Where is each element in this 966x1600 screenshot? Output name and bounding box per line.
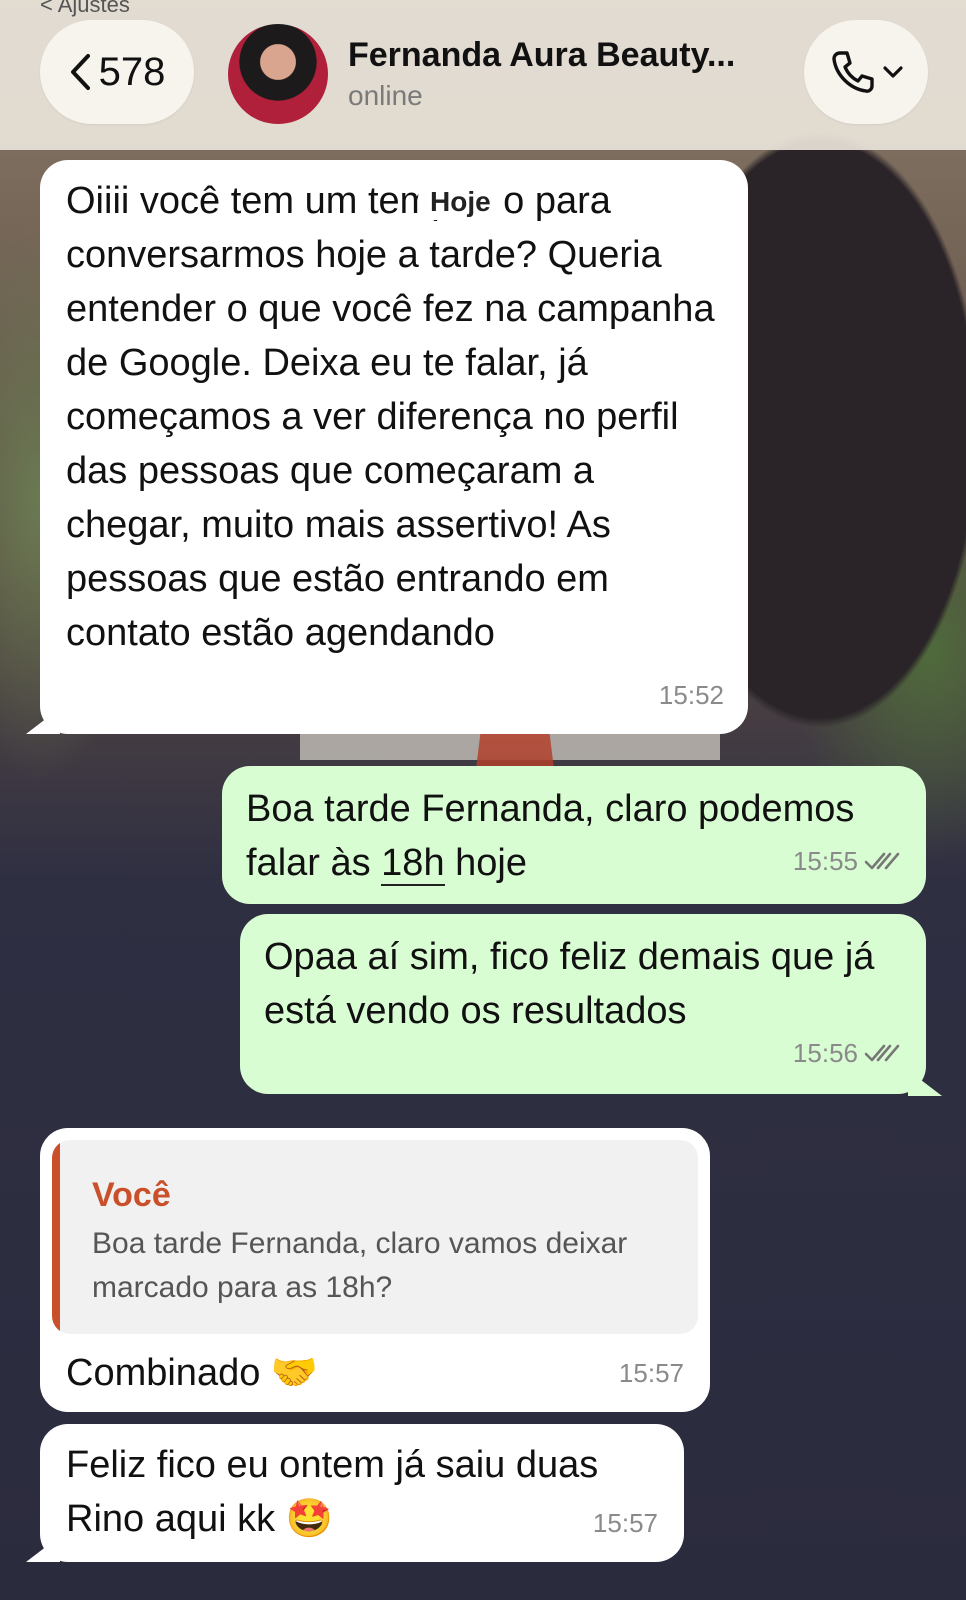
quote-accent-bar [52,1140,60,1334]
quote-author: Você [92,1176,171,1214]
message-time: 15:56 [793,1026,902,1080]
unread-count: 578 [98,49,166,94]
message-text: Opaa aí sim, fico feliz demais que já es… [264,936,885,1032]
message-text: Feliz fico eu ontem já saiu duas Rino aq… [66,1444,609,1540]
phone-icon [832,51,874,93]
contact-avatar[interactable] [228,24,328,124]
message-time: 15:57 [618,1358,684,1388]
message-text: Oiiii você tem um tempinho para conversa… [66,180,726,654]
settings-back-link[interactable]: < Ajustes [40,0,130,18]
quote-text: Boa tarde Fernanda, claro vamos deixar m… [92,1227,628,1304]
message-bubble-incoming[interactable]: Você Boa tarde Fernanda, claro vamos dei… [40,1128,710,1412]
message-bubble-outgoing[interactable]: Opaa aí sim, fico feliz demais que já es… [240,914,926,1094]
contact-name[interactable]: Fernanda Aura Beauty... [348,36,735,75]
double-check-icon [864,852,900,870]
quoted-message[interactable]: Você Boa tarde Fernanda, claro vamos dei… [52,1140,698,1334]
message-time: 15:57 [592,1508,658,1538]
message-text: Combinado 🤝 [66,1352,319,1394]
message-time: 15:55 [793,834,902,888]
message-bubble-outgoing[interactable]: Boa tarde Fernanda, claro podemos falar … [222,766,926,904]
double-check-icon [864,1044,900,1062]
chat-header: < Ajustes 578 Fernanda Aura Beauty... on… [0,0,966,150]
back-button[interactable]: 578 [40,20,194,124]
date-separator: Hoje [418,184,503,220]
call-button[interactable] [804,20,928,124]
time-link[interactable]: 18h [381,842,445,886]
chevron-down-icon [883,66,903,78]
message-bubble-incoming[interactable]: Oiiii você tem um tempinho para conversa… [40,160,748,734]
contact-status: online [348,80,423,111]
message-bubble-incoming[interactable]: Feliz fico eu ontem já saiu duas Rino aq… [40,1424,684,1562]
chevron-left-icon [70,54,90,90]
message-time: 15:52 [658,680,724,710]
